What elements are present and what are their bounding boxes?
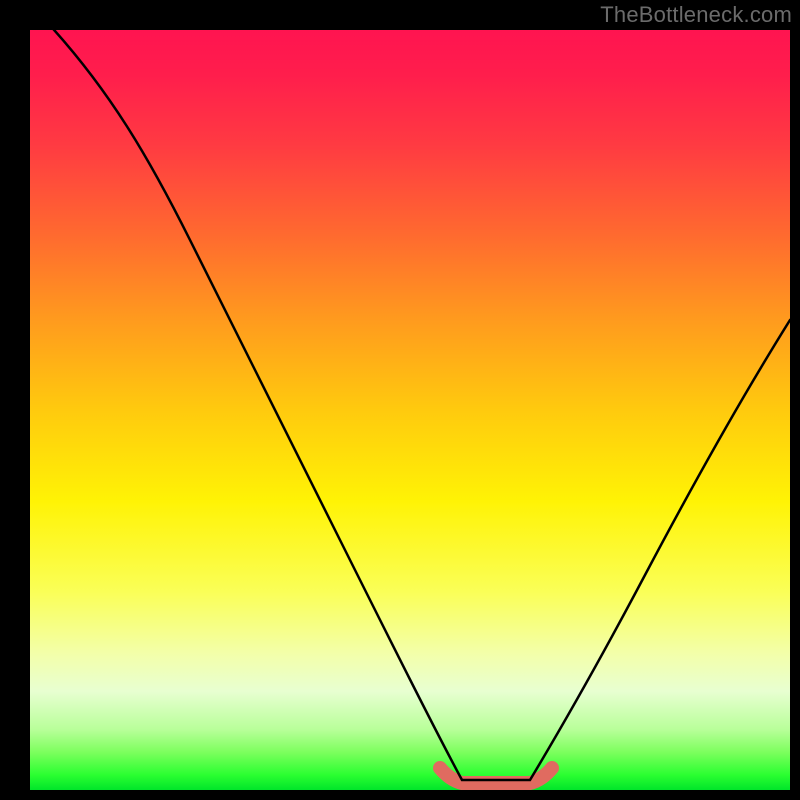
bottleneck-curve: [45, 30, 790, 780]
watermark-text: TheBottleneck.com: [600, 2, 792, 28]
plot-area: [30, 30, 790, 790]
curve-layer: [30, 30, 790, 790]
chart-frame: TheBottleneck.com: [0, 0, 800, 800]
